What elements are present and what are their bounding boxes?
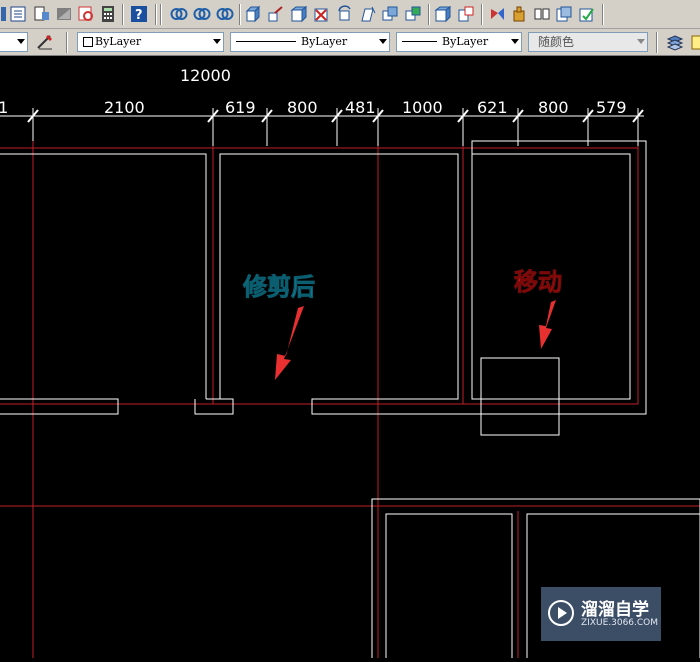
layer-combo[interactable] [0,32,28,52]
sheetset-icon[interactable] [77,5,95,23]
dimension-label: 800 [538,98,569,117]
designcenter-icon[interactable] [33,5,51,23]
check-icon[interactable] [533,5,551,23]
arrow-to-trim-gap [275,306,304,380]
watermark-url: ZIXUE.3066.COM [581,618,659,628]
layers-stack-icon[interactable] [666,33,684,51]
svg-text:?: ? [135,8,143,23]
plotstyle-combo: 随颜色 [528,32,648,52]
drawing-canvas[interactable]: 12000 31 2100 619 800 [0,56,700,662]
watermark: 溜溜自学 ZIXUE.3066.COM [541,587,661,641]
standard-toolbar: ? [0,0,700,29]
color-swatch [83,37,93,47]
delete-face-icon[interactable] [313,5,331,23]
color-face-icon[interactable] [404,5,422,23]
extrude-face-icon[interactable] [245,5,263,23]
help-icon[interactable]: ? [130,5,148,23]
annotation-moved: 移动 [514,268,562,296]
copy-face-icon[interactable] [381,5,399,23]
moved-square [480,357,560,436]
color-combo[interactable]: ByLayer [77,32,224,52]
plotstyle-value: 随颜色 [538,35,575,49]
linetype-combo[interactable]: ByLayer [230,32,390,52]
chevron-down-icon [379,39,387,44]
play-logo-icon [548,600,574,626]
lineweight-combo[interactable]: ByLayer [396,32,522,52]
ucs-icon[interactable] [555,5,573,23]
dimension-label: 2100 [104,98,145,117]
dimension-label: 1000 [402,98,443,117]
clean-icon[interactable] [457,5,475,23]
intersect-icon[interactable] [216,5,234,23]
offset-face-icon[interactable] [290,5,308,23]
rotate-face-icon[interactable] [336,5,354,23]
watermark-name: 溜溜自学 [581,600,649,620]
overall-dimension-label: 12000 [180,66,231,85]
taper-face-icon[interactable] [359,5,377,23]
properties-icon[interactable] [10,5,28,23]
calculator-icon[interactable] [99,5,117,23]
arrow-to-moved-square [539,300,556,349]
shell-icon[interactable] [510,5,528,23]
chevron-down-icon [213,39,221,44]
annotation-trimmed: 修剪后 [242,273,315,301]
dimension-label: 619 [225,98,256,117]
toolpalette-icon[interactable] [55,5,73,23]
imprint-icon[interactable] [434,5,452,23]
lineweight-value: ByLayer [442,35,489,48]
chevron-down-icon [511,39,519,44]
separate-icon[interactable] [488,5,506,23]
make-layer-current-icon[interactable] [36,33,54,51]
chevron-down-icon [17,39,25,44]
color-value: ByLayer [95,35,142,48]
dimension-label: 579 [596,98,627,117]
dimension-label: 800 [287,98,318,117]
chevron-down-icon [637,39,645,44]
move-face-icon[interactable] [267,5,285,23]
properties-toolbar: ByLayer ByLayer ByLayer 随颜色 [0,29,700,56]
ucs-x-icon[interactable] [578,5,596,23]
linetype-value: ByLayer [301,35,348,48]
layer-match-icon[interactable] [690,33,700,51]
dimension-label: 621 [477,98,508,117]
dimension-label: 481 [345,98,376,117]
lineweight-sample [402,41,437,42]
walls [0,140,700,662]
linetype-sample [236,41,296,42]
union-icon[interactable] [170,5,188,23]
dimension-label: 31 [0,98,8,117]
subtract-icon[interactable] [193,5,211,23]
